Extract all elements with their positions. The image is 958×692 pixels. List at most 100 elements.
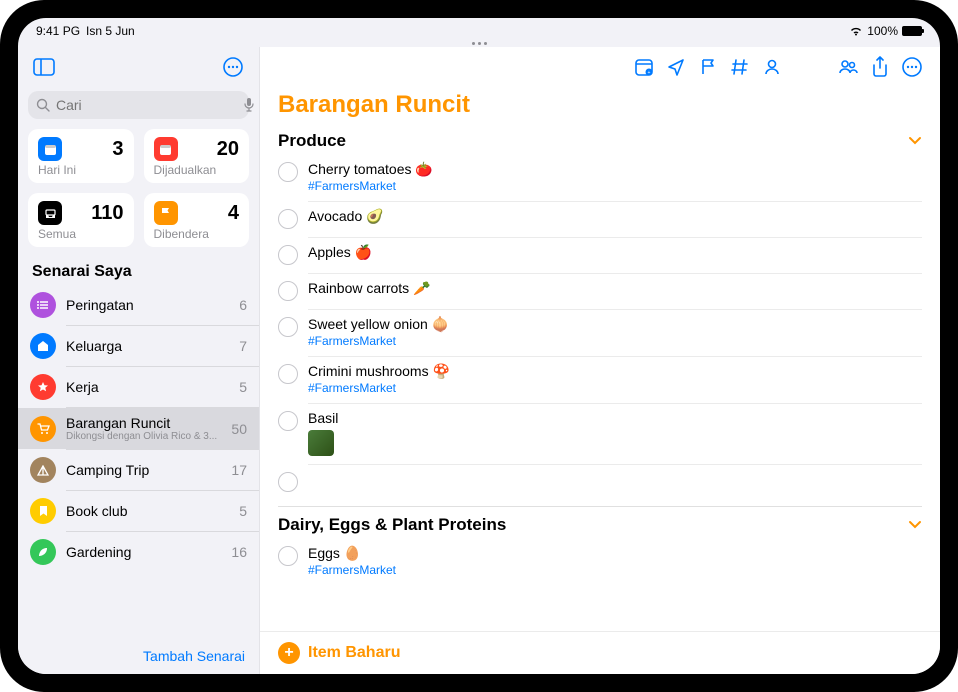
house-icon bbox=[30, 333, 56, 359]
multitask-grabber[interactable] bbox=[18, 40, 940, 47]
reminder-text: Cherry tomatoes 🍅 bbox=[308, 161, 922, 178]
group-title: Dairy, Eggs & Plant Proteins bbox=[278, 515, 506, 535]
new-item-button[interactable]: + Item Baharu bbox=[260, 631, 940, 674]
sidebar: 3 Hari Ini 20 Dijadualkan 110 Semua 4 Di… bbox=[18, 47, 260, 674]
page-title: Barangan Runcit bbox=[260, 87, 940, 127]
reminder-tag[interactable]: #FarmersMarket bbox=[308, 179, 922, 193]
my-lists-header: Senarai Saya bbox=[18, 257, 259, 285]
list-count: 5 bbox=[239, 503, 247, 519]
check-circle[interactable] bbox=[278, 546, 298, 566]
more-icon[interactable] bbox=[219, 53, 247, 81]
reminder-tag[interactable]: #FarmersMarket bbox=[308, 334, 922, 348]
list-icon bbox=[30, 292, 56, 318]
check-circle[interactable] bbox=[278, 245, 298, 265]
reminder-text: Rainbow carrots 🥕 bbox=[308, 280, 922, 297]
main-toolbar: + bbox=[260, 47, 940, 87]
reminder-text: Eggs 🥚 bbox=[308, 545, 922, 562]
battery-icon bbox=[902, 26, 922, 36]
ipad-frame: 9:41 PG Isn 5 Jun 100% 3 Hari Ini 20 Dij… bbox=[0, 0, 958, 692]
reminder-thumbnail[interactable] bbox=[308, 430, 334, 456]
reminder-row[interactable]: Cherry tomatoes 🍅 #FarmersMarket bbox=[278, 155, 922, 201]
sidebar-toggle-icon[interactable] bbox=[30, 53, 58, 81]
battery-pct: 100% bbox=[867, 24, 898, 38]
cart-icon bbox=[30, 416, 56, 442]
smart-card-dijadualkan[interactable]: 20 Dijadualkan bbox=[144, 129, 250, 183]
calendar-icon bbox=[154, 137, 178, 161]
reminder-row[interactable]: Sweet yellow onion 🧅 #FarmersMarket bbox=[278, 310, 922, 356]
status-date: Isn 5 Jun bbox=[86, 24, 135, 38]
check-circle[interactable] bbox=[278, 162, 298, 182]
sidebar-list-book-club[interactable]: Book club 5 bbox=[18, 491, 259, 531]
list-title: Kerja bbox=[66, 379, 229, 395]
list-title: Barangan Runcit bbox=[66, 415, 221, 431]
list-title: Peringatan bbox=[66, 297, 229, 313]
check-circle[interactable] bbox=[278, 281, 298, 301]
list-title: Camping Trip bbox=[66, 462, 221, 478]
smart-card-semua[interactable]: 110 Semua bbox=[28, 193, 134, 247]
reminder-row[interactable]: Crimini mushrooms 🍄 #FarmersMarket bbox=[278, 357, 922, 403]
reminder-row[interactable]: Apples 🍎 bbox=[278, 238, 922, 273]
list-title: Keluarga bbox=[66, 338, 229, 354]
reminder-row[interactable]: Avocado 🥑 bbox=[278, 202, 922, 237]
reminder-row[interactable]: Basil bbox=[278, 404, 922, 464]
check-circle[interactable] bbox=[278, 364, 298, 384]
leaf-icon bbox=[30, 539, 56, 565]
flag-icon[interactable] bbox=[694, 53, 722, 81]
search-field[interactable] bbox=[28, 91, 249, 119]
tray-icon bbox=[38, 201, 62, 225]
calendar-icon[interactable]: + bbox=[630, 53, 658, 81]
sidebar-list-kerja[interactable]: Kerja 5 bbox=[18, 367, 259, 407]
list-subtitle: Dikongsi dengan Olivia Rico & 3... bbox=[66, 431, 221, 442]
reminder-text: Basil bbox=[308, 410, 922, 426]
smart-label: Semua bbox=[38, 227, 124, 241]
wifi-icon bbox=[849, 26, 863, 36]
chevron-down-icon bbox=[908, 520, 922, 530]
search-input[interactable] bbox=[56, 97, 237, 113]
check-circle[interactable] bbox=[278, 209, 298, 229]
share-icon[interactable] bbox=[866, 53, 894, 81]
group-header[interactable]: Dairy, Eggs & Plant Proteins bbox=[278, 511, 922, 539]
chevron-down-icon bbox=[908, 136, 922, 146]
empty-reminder-row[interactable] bbox=[278, 465, 922, 500]
check-circle[interactable] bbox=[278, 411, 298, 431]
sidebar-list-peringatan[interactable]: Peringatan 6 bbox=[18, 285, 259, 325]
plus-icon: + bbox=[278, 642, 300, 664]
location-icon[interactable] bbox=[662, 53, 690, 81]
list-count: 5 bbox=[239, 379, 247, 395]
check-circle[interactable] bbox=[278, 317, 298, 337]
list-title: Book club bbox=[66, 503, 229, 519]
flag-icon bbox=[154, 201, 178, 225]
sidebar-list-camping-trip[interactable]: Camping Trip 17 bbox=[18, 450, 259, 490]
smart-card-dibendera[interactable]: 4 Dibendera bbox=[144, 193, 250, 247]
share-people-icon[interactable] bbox=[834, 53, 862, 81]
smart-count: 20 bbox=[217, 138, 239, 161]
reminder-text: Avocado 🥑 bbox=[308, 208, 922, 225]
status-bar: 9:41 PG Isn 5 Jun 100% bbox=[18, 18, 940, 40]
reminder-text: Crimini mushrooms 🍄 bbox=[308, 363, 922, 380]
reminder-tag[interactable]: #FarmersMarket bbox=[308, 381, 922, 395]
add-list-button[interactable]: Tambah Senarai bbox=[18, 638, 259, 674]
smart-count: 110 bbox=[91, 202, 123, 225]
check-circle[interactable] bbox=[278, 472, 298, 492]
reminder-tag[interactable]: #FarmersMarket bbox=[308, 563, 922, 577]
list-count: 7 bbox=[239, 338, 247, 354]
calendar-icon bbox=[38, 137, 62, 161]
list-count: 6 bbox=[239, 297, 247, 313]
svg-text:+: + bbox=[648, 70, 651, 76]
list-count: 16 bbox=[231, 544, 247, 560]
tent-icon bbox=[30, 457, 56, 483]
screen: 9:41 PG Isn 5 Jun 100% 3 Hari Ini 20 Dij… bbox=[18, 18, 940, 674]
hashtag-icon[interactable] bbox=[726, 53, 754, 81]
sidebar-list-gardening[interactable]: Gardening 16 bbox=[18, 532, 259, 572]
smart-label: Hari Ini bbox=[38, 163, 124, 177]
sidebar-list-barangan-runcit[interactable]: Barangan Runcit Dikongsi dengan Olivia R… bbox=[18, 408, 259, 449]
smart-card-hari-ini[interactable]: 3 Hari Ini bbox=[28, 129, 134, 183]
reminder-row[interactable]: Eggs 🥚 #FarmersMarket bbox=[278, 539, 922, 585]
sidebar-list-keluarga[interactable]: Keluarga 7 bbox=[18, 326, 259, 366]
person-icon[interactable] bbox=[758, 53, 786, 81]
list-title: Gardening bbox=[66, 544, 221, 560]
group-header[interactable]: Produce bbox=[278, 127, 922, 155]
reminder-row[interactable]: Rainbow carrots 🥕 bbox=[278, 274, 922, 309]
mic-icon[interactable] bbox=[243, 97, 255, 113]
more-actions-icon[interactable] bbox=[898, 53, 926, 81]
